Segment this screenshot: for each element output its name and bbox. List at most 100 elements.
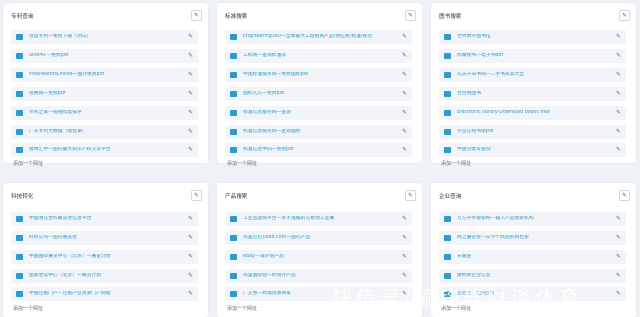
link-item[interactable]: 工业品选购平台—水不准确的交易地工业展 ✎	[225, 212, 412, 226]
pencil-icon[interactable]: ✎	[616, 33, 621, 40]
link-item[interactable]: 佰腾网—免费pdf ✎	[11, 87, 198, 101]
bookmark-icon	[230, 254, 237, 260]
link-item[interactable]: 百度专利—免费下载（测试） ✎	[11, 30, 198, 44]
pencil-icon[interactable]: ✎	[188, 234, 193, 241]
pencil-icon[interactable]: ✎	[402, 215, 407, 222]
pencil-icon[interactable]: ✎	[616, 90, 621, 97]
pencil-icon[interactable]: ✎	[402, 109, 407, 116]
link-item[interactable]: 天眼查 ✎	[439, 250, 626, 264]
link-item[interactable]: 标准信息中间—免费pdf ✎	[225, 143, 412, 157]
pencil-icon[interactable]: ✎	[402, 128, 407, 135]
panel-edit-icon[interactable]: ✎	[619, 190, 630, 201]
link-item[interactable]: 康熙新企业信息 ✎	[439, 269, 626, 283]
pencil-icon[interactable]: ✎	[402, 272, 407, 279]
link-item[interactable]: SooPAT—免费pdf ✎	[11, 49, 198, 63]
pencil-icon[interactable]: ✎	[402, 52, 407, 59]
link-item[interactable]: 国家会议中心（北京）—展览计划 ✎	[11, 269, 198, 283]
bookmark-icon	[16, 53, 23, 59]
link-item[interactable]: 标准信息服务网—查询 ✎	[225, 106, 412, 120]
pencil-icon[interactable]: ✎	[188, 272, 193, 279]
bookmark-icon	[16, 235, 23, 241]
panel-edit-icon[interactable]: ✎	[191, 10, 202, 21]
panel-edit-icon[interactable]: ✎	[619, 10, 630, 21]
link-item[interactable]: 学堂在线书架pdf ✎	[439, 125, 626, 139]
link-item[interactable]: 阿里国际站—跨境外产品 ✎	[225, 269, 412, 283]
add-link-button[interactable]: 添加一个网址	[227, 305, 257, 312]
bookmark-icon	[16, 216, 23, 222]
pencil-icon[interactable]: ✎	[402, 71, 407, 78]
add-link-button[interactable]: 添加一个网址	[441, 160, 471, 167]
panel-title: 产品搜索	[225, 194, 248, 200]
pencil-icon[interactable]: ✎	[188, 90, 193, 97]
bookmark-icon	[230, 91, 237, 97]
pencil-icon[interactable]: ✎	[616, 71, 621, 78]
pencil-icon[interactable]: ✎	[402, 33, 407, 40]
bookmark-icon	[444, 273, 451, 279]
pencil-icon[interactable]: ✎	[402, 253, 407, 260]
link-item[interactable]: 国标久久—免费pdf ✎	[225, 87, 412, 101]
link-item[interactable]: 网上展览会—从今个商品机构检索 ✎	[439, 231, 626, 245]
link-item[interactable]: 广东专利大数据（需登录） ✎	[11, 125, 198, 139]
panel-tech-transfer: 科技转化 ✎ 中国潜在合作展览会信息平台 ✎ 好好公司—国内展览会 ✎ 中国国际展览…	[3, 183, 208, 317]
pencil-icon[interactable]: ✎	[188, 109, 193, 116]
link-item[interactable]: 工标网—查询标准号 ✎	[225, 49, 412, 63]
link-item[interactable]: Engineering360—全球最大工程相关产品/供应商/标准/规范 ✎	[225, 30, 412, 44]
bookmark-icon	[16, 273, 23, 279]
pencil-icon[interactable]: ✎	[402, 234, 407, 241]
pencil-icon[interactable]: ✎	[616, 290, 621, 297]
pencil-icon[interactable]: ✎	[188, 290, 193, 297]
panel-title: 标准搜索	[225, 14, 248, 20]
pencil-icon[interactable]: ✎	[616, 234, 621, 241]
pencil-icon[interactable]: ✎	[402, 146, 407, 153]
link-item[interactable]: 阿里巴巴1688.com—国内产品 ✎	[225, 231, 412, 245]
panel-patent: 专利查询 ✎ 百度专利—免费下载（测试） ✎ SooPAT—免费pdf ✎ Free…	[3, 3, 208, 167]
pencil-icon[interactable]: ✎	[188, 215, 193, 222]
link-item[interactable]: Electronic library-Download books free ✎	[439, 106, 626, 120]
link-item[interactable]: 中国标准服务网—免费国标pdf ✎	[225, 68, 412, 82]
link-item[interactable]: 世界数字图书馆 ✎	[439, 30, 626, 44]
pencil-icon[interactable]: ✎	[616, 215, 621, 222]
pencil-icon[interactable]: ✎	[402, 90, 407, 97]
link-item[interactable]: 鸠摩搜书—电子书pdf ✎	[439, 49, 626, 63]
pencil-icon[interactable]: ✎	[188, 128, 193, 135]
link-item[interactable]: 中国潜在合作展览会信息平台 ✎	[11, 212, 198, 226]
link-item[interactable]: 中国分类号查询 ✎	[439, 143, 626, 157]
pencil-icon[interactable]: ✎	[188, 146, 193, 153]
pencil-icon[interactable]: ✎	[188, 253, 193, 260]
bookmark-icon	[230, 216, 237, 222]
bookmark-icon	[444, 72, 451, 78]
pencil-icon[interactable]: ✎	[616, 253, 621, 260]
bookmark-icon	[230, 110, 237, 116]
bookmark-icon	[230, 72, 237, 78]
pencil-icon[interactable]: ✎	[188, 33, 193, 40]
link-item[interactable]: 中国企服门户—企服产业资源门户网站 ✎	[11, 287, 198, 301]
link-item[interactable]: 万方学术搜索网—输入产品搜索机构 ✎	[439, 212, 626, 226]
link-item[interactable]: 专利之家—按相似度排序 ✎	[11, 106, 198, 120]
pencil-icon[interactable]: ✎	[188, 71, 193, 78]
panel-edit-icon[interactable]: ✎	[191, 190, 202, 201]
pencil-icon[interactable]: ✎	[616, 272, 621, 279]
panel-edit-icon[interactable]: ✎	[405, 10, 416, 21]
link-item[interactable]: 台台网图书 ✎	[439, 87, 626, 101]
panel-standards: 标准搜索 ✎ Engineering360—全球最大工程相关产品/供应商/标准/…	[217, 3, 422, 167]
link-item[interactable]: 壹博汇中—国内最大知识产权交流平台 ✎	[11, 143, 198, 157]
add-link-button[interactable]: 添加一个网址	[227, 160, 257, 167]
link-item[interactable]: 中国国际展览中心（北京）—展览计划 ✎	[11, 250, 198, 264]
add-link-button[interactable]: 添加一个网址	[13, 305, 43, 312]
pencil-icon[interactable]: ✎	[616, 109, 621, 116]
link-item[interactable]: 孔夫子旧书网—二手书买卖大全 ✎	[439, 68, 626, 82]
bookmark-icon	[444, 129, 451, 135]
add-link-button[interactable]: 添加一个网址	[13, 160, 43, 167]
panel-edit-icon[interactable]: ✎	[405, 190, 416, 201]
bookmark-icon	[444, 34, 451, 40]
link-item[interactable]: 标准信息服务网—查询国标 ✎	[225, 125, 412, 139]
pencil-icon[interactable]: ✎	[616, 52, 621, 59]
bookmark-icon	[444, 235, 451, 241]
pencil-icon[interactable]: ✎	[616, 146, 621, 153]
pencil-icon[interactable]: ✎	[188, 52, 193, 59]
bookmark-icon	[230, 273, 237, 279]
link-item[interactable]: 好好公司—国内展览会 ✎	[11, 231, 198, 245]
link-item[interactable]: eBay—海外商产品 ✎	[225, 250, 412, 264]
link-item[interactable]: FreePatentsOnline—国外免费pdf ✎	[11, 68, 198, 82]
pencil-icon[interactable]: ✎	[616, 128, 621, 135]
